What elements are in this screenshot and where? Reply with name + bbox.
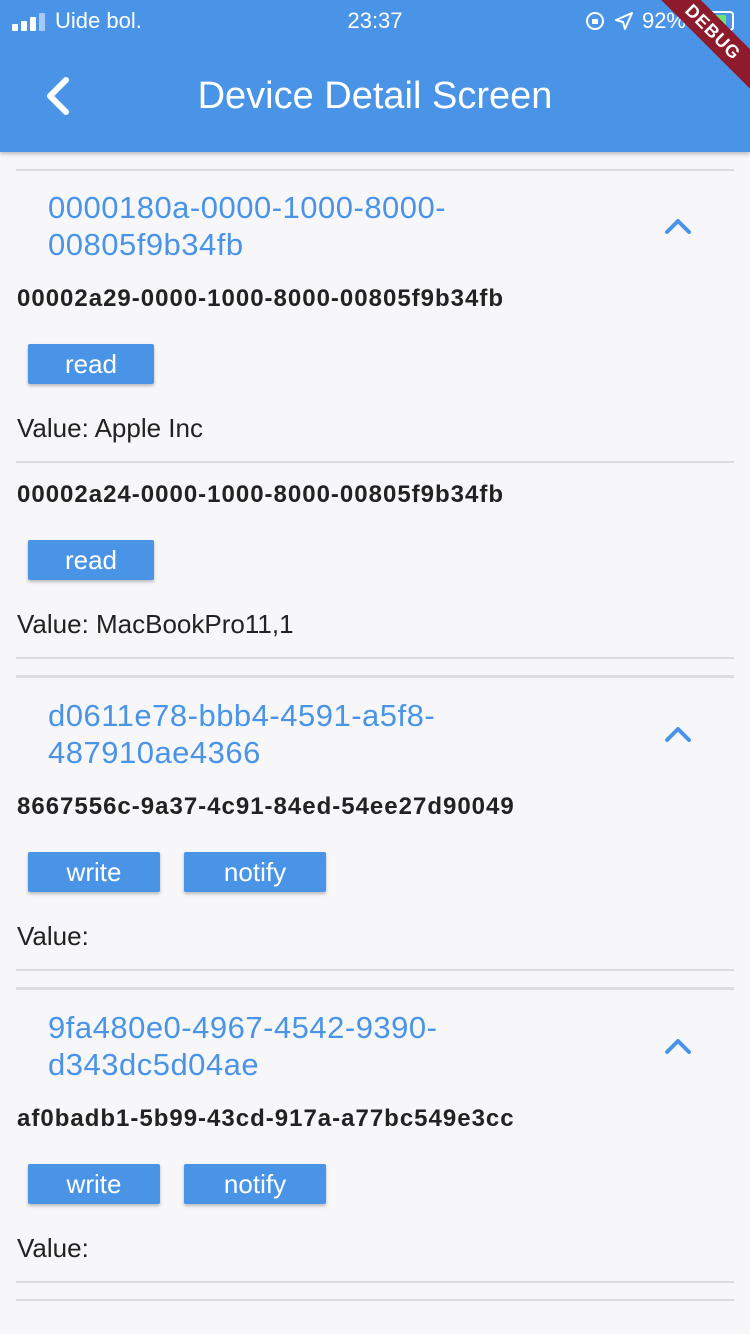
divider <box>16 987 734 990</box>
divider <box>16 675 734 678</box>
service-uuid[interactable]: 0000180a-0000-1000-8000-00805f9b34fb <box>48 189 628 263</box>
characteristic-uuid: af0badb1-5b99-43cd-917a-a77bc549e3cc <box>17 1105 515 1132</box>
characteristic-value: Value: Apple Inc <box>17 413 203 443</box>
page-title: Device Detail Screen <box>197 75 553 117</box>
divider <box>16 969 734 971</box>
divider <box>16 461 734 463</box>
location-icon <box>614 12 633 30</box>
divider <box>16 657 734 659</box>
app-bar: Uide bol. 23:37 92% Device Detail Screen… <box>0 0 750 152</box>
characteristic-value: Value: MacBookPro11,1 <box>17 609 294 639</box>
read-button[interactable]: read <box>28 540 154 580</box>
notify-button[interactable]: notify <box>184 1164 326 1204</box>
service-uuid[interactable]: 9fa480e0-4967-4542-9390-d343dc5d04ae <box>48 1009 628 1083</box>
chevron-up-icon[interactable] <box>662 1036 694 1056</box>
status-bar: Uide bol. 23:37 92% <box>0 0 750 40</box>
divider <box>16 1299 734 1301</box>
characteristic-uuid: 00002a24-0000-1000-8000-00805f9b34fb <box>17 481 505 508</box>
characteristic-value: Value: <box>17 921 89 951</box>
characteristic-uuid: 8667556c-9a37-4c91-84ed-54ee27d90049 <box>17 793 515 820</box>
divider <box>16 169 734 171</box>
notify-button[interactable]: notify <box>184 852 326 892</box>
characteristic-uuid: 00002a29-0000-1000-8000-00805f9b34fb <box>17 285 505 312</box>
write-button[interactable]: write <box>28 852 160 892</box>
service-uuid[interactable]: d0611e78-bbb4-4591-a5f8-487910ae4366 <box>48 697 628 771</box>
read-button[interactable]: read <box>28 344 154 384</box>
rotation-lock-icon <box>585 12 604 30</box>
chevron-up-icon[interactable] <box>662 724 694 744</box>
write-button[interactable]: write <box>28 1164 160 1204</box>
chevron-up-icon[interactable] <box>662 216 694 236</box>
divider <box>16 1281 734 1283</box>
characteristic-value: Value: <box>17 1233 89 1263</box>
